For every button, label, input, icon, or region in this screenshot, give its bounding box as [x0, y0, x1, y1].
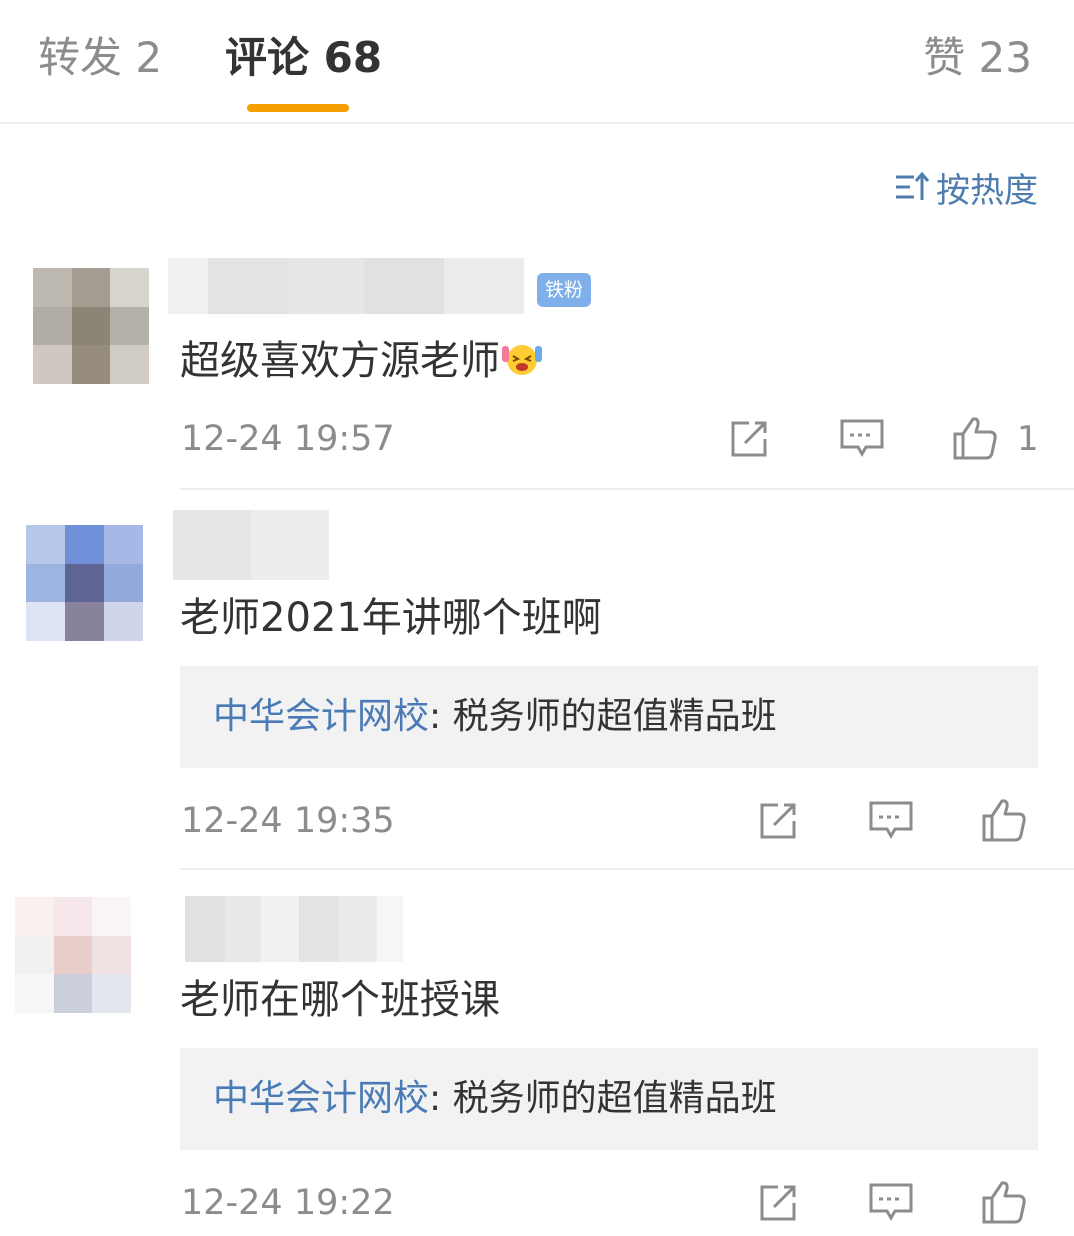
reply-author-link[interactable]: 中华会计网校 — [213, 1078, 429, 1119]
reply-comment-icon[interactable] — [867, 796, 915, 844]
avatar[interactable] — [26, 525, 143, 641]
fan-badge: 铁粉 — [537, 273, 591, 307]
tab-bar: 转发 2 评论 68 赞 23 — [0, 0, 1074, 124]
thumbs-up-icon[interactable] — [980, 796, 1028, 844]
comment-text: 老师在哪个班授课 — [180, 977, 500, 1023]
share-icon[interactable] — [754, 796, 802, 844]
reply-comment-icon[interactable] — [867, 1178, 915, 1226]
reply-comment-icon[interactable] — [838, 414, 886, 462]
reply-separator: : — [429, 1078, 442, 1119]
sort-icon — [896, 171, 930, 200]
share-icon[interactable] — [725, 414, 773, 462]
thumbs-up-icon[interactable] — [980, 1178, 1028, 1226]
username-blurred[interactable] — [185, 896, 403, 962]
thumbs-up-icon[interactable] — [951, 414, 999, 462]
avatar[interactable] — [15, 897, 131, 1013]
share-icon[interactable] — [754, 1178, 802, 1226]
author-reply[interactable]: 中华会计网校: 税务师的超值精品班 — [180, 1048, 1038, 1150]
author-reply[interactable]: 中华会计网校: 税务师的超值精品班 — [180, 666, 1038, 768]
username-blurred[interactable] — [173, 510, 329, 580]
laugh-cry-emoji-icon — [502, 345, 542, 375]
active-tab-indicator — [247, 104, 349, 112]
comment-timestamp: 12-24 19:35 — [181, 801, 395, 841]
sort-by-popularity-button[interactable]: 按热度 — [894, 165, 1038, 211]
divider — [180, 868, 1074, 870]
tab-repost[interactable]: 转发 2 — [38, 30, 162, 86]
comment-timestamp: 12-24 19:57 — [181, 419, 395, 459]
comment-timestamp: 12-24 19:22 — [181, 1183, 395, 1223]
comment-text: 超级喜欢方源老师 — [180, 333, 544, 389]
username-blurred[interactable] — [168, 258, 524, 314]
tab-comments[interactable]: 评论 68 — [225, 30, 382, 86]
sort-label: 按热度 — [936, 170, 1038, 211]
divider — [180, 488, 1074, 490]
reply-text: 税务师的超值精品班 — [441, 1078, 777, 1119]
reply-text: 税务师的超值精品班 — [441, 696, 777, 737]
avatar[interactable] — [33, 268, 149, 384]
like-count: 1 — [1017, 419, 1039, 459]
reply-separator: : — [429, 696, 442, 737]
tab-likes[interactable]: 赞 23 — [923, 30, 1032, 86]
reply-author-link[interactable]: 中华会计网校 — [213, 696, 429, 737]
comment-text: 老师2021年讲哪个班啊 — [180, 595, 602, 641]
